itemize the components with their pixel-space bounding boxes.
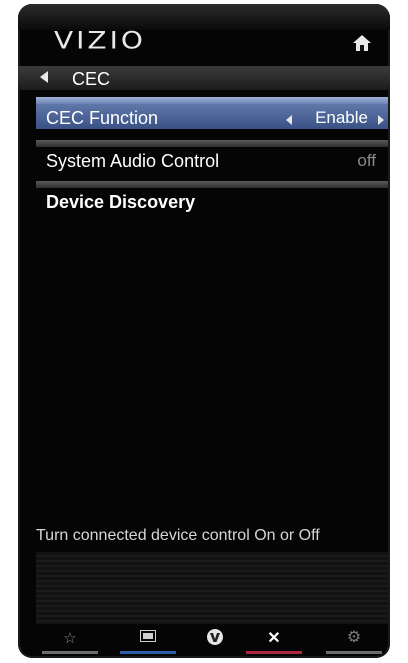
help-text: Turn connected device control On or Off: [36, 527, 320, 544]
button-underline: [120, 651, 176, 654]
vizio-v-icon: [207, 629, 223, 645]
menu-item-cec-function[interactable]: CEC Function Enable: [36, 97, 388, 129]
settings-button[interactable]: ⚙: [326, 624, 382, 654]
menu-item-label: CEC Function: [46, 108, 159, 128]
back-arrow-icon[interactable]: [40, 71, 48, 83]
menu-item-device-discovery[interactable]: Device Discovery: [36, 181, 388, 213]
menu-item-label: System Audio Control: [46, 151, 220, 171]
button-underline: [326, 651, 382, 654]
menu-header: VIZIO: [18, 18, 390, 64]
footer-bar: ☆ ✕ ⚙: [36, 624, 388, 658]
help-panel: [36, 552, 388, 624]
row-divider: [36, 181, 388, 188]
row-divider: [36, 140, 388, 147]
vizio-button[interactable]: [198, 624, 232, 654]
button-underline: [246, 651, 302, 654]
vizio-logo: VIZIO: [54, 26, 146, 55]
menu-item-label: Device Discovery: [46, 192, 196, 212]
home-icon[interactable]: [352, 34, 372, 52]
right-arrow-icon[interactable]: [378, 115, 384, 125]
left-arrow-icon[interactable]: [286, 115, 292, 125]
button-underline: [42, 651, 98, 654]
wide-button[interactable]: [120, 624, 176, 654]
menu-item-value: off: [357, 151, 376, 170]
menu-item-value: Enable: [315, 108, 368, 127]
favorites-button[interactable]: ☆: [42, 624, 98, 654]
row-highlight: [36, 97, 388, 104]
menu-title: CEC: [72, 69, 111, 89]
close-icon: ✕: [267, 630, 281, 647]
wide-screen-icon: [140, 630, 156, 642]
exit-button[interactable]: ✕: [246, 624, 302, 654]
gear-icon: ⚙: [346, 629, 362, 646]
star-icon: ☆: [63, 630, 77, 647]
menu-item-system-audio-control[interactable]: System Audio Control off: [36, 140, 388, 172]
